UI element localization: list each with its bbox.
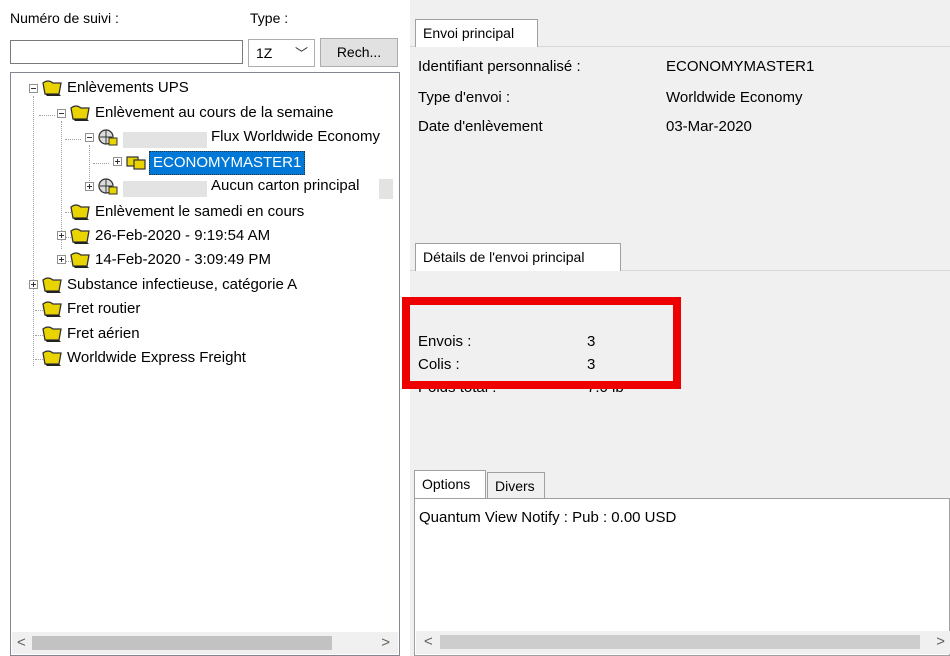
shipment-tree[interactable]: Enlèvements UPS Enlèvement au cours de l… — [10, 72, 400, 656]
search-button[interactable]: Rech... — [320, 38, 398, 67]
pickup-folder-icon — [70, 228, 90, 244]
tree-node[interactable]: Flux Worldwide Economy — [211, 126, 380, 148]
options-content: Quantum View Notify : Pub : 0.00 USD — [419, 509, 677, 526]
collapse-icon[interactable] — [57, 109, 66, 118]
scroll-left-icon[interactable]: < — [424, 633, 433, 650]
collapse-icon[interactable] — [29, 84, 38, 93]
tree-horizontal-scrollbar[interactable]: < > — [12, 632, 398, 654]
tab-options[interactable]: Options — [414, 470, 486, 498]
tree-node[interactable]: Enlèvements UPS — [67, 77, 189, 99]
redacted-text — [379, 179, 393, 199]
tab-shipment-details[interactable]: Détails de l'envoi principal — [415, 243, 621, 271]
pickup-folder-icon — [70, 204, 90, 220]
field-value: Worldwide Economy — [666, 89, 803, 106]
field-value: ECONOMYMASTER1 — [666, 58, 815, 75]
tree-node-selected[interactable]: ECONOMYMASTER1 — [149, 151, 306, 175]
expand-icon[interactable] — [29, 280, 38, 289]
package-icon — [126, 156, 146, 170]
collapse-icon[interactable] — [85, 133, 94, 142]
scroll-right-icon[interactable]: > — [936, 633, 945, 650]
type-select[interactable]: 1Z ﹀ — [248, 39, 315, 67]
tree-node[interactable]: 14-Feb-2020 - 3:09:49 PM — [95, 249, 271, 271]
tab-main-shipment[interactable]: Envoi principal — [415, 19, 538, 47]
redacted-text — [123, 132, 207, 148]
tree-node[interactable]: Enlèvement le samedi en cours — [95, 201, 304, 223]
options-panel: Quantum View Notify : Pub : 0.00 USD < > — [414, 498, 950, 656]
scroll-left-icon[interactable]: < — [17, 634, 26, 651]
field-label: Type d'envoi : — [418, 89, 511, 106]
main-shipment-panel — [410, 46, 950, 242]
field-label: Identifiant personnalisé : — [418, 58, 581, 75]
pickup-folder-icon — [42, 350, 62, 366]
globe-shipment-icon — [98, 129, 118, 146]
tree-node[interactable]: Enlèvement au cours de la semaine — [95, 102, 333, 124]
field-value: 03-Mar-2020 — [666, 118, 752, 135]
expand-icon[interactable] — [57, 231, 66, 240]
globe-shipment-icon — [98, 178, 118, 195]
pickup-folder-icon — [42, 80, 62, 96]
pickup-folder-icon — [42, 301, 62, 317]
redacted-text — [123, 181, 207, 197]
scroll-right-icon[interactable]: > — [381, 634, 390, 651]
tree-node[interactable]: Fret aérien — [67, 323, 140, 345]
tree-node[interactable]: Aucun carton principal — [211, 175, 359, 197]
expand-icon[interactable] — [85, 182, 94, 191]
expand-icon[interactable] — [113, 157, 122, 166]
field-label: Date d'enlèvement — [418, 118, 543, 135]
chevron-down-icon: ﹀ — [294, 46, 308, 61]
pickup-folder-icon — [70, 252, 90, 268]
options-horizontal-scrollbar[interactable]: < > — [416, 631, 950, 654]
scrollbar-thumb[interactable] — [32, 636, 332, 650]
highlight-box — [402, 297, 681, 389]
tree-node[interactable]: Fret routier — [67, 298, 140, 320]
expand-icon[interactable] — [57, 255, 66, 264]
tab-misc[interactable]: Divers — [487, 472, 545, 498]
pickup-folder-icon — [70, 105, 90, 121]
tree-node[interactable]: 26-Feb-2020 - 9:19:54 AM — [95, 225, 270, 247]
tracking-input[interactable] — [10, 40, 243, 64]
tree-node[interactable]: Worldwide Express Freight — [67, 347, 246, 369]
type-select-value: 1Z — [256, 45, 273, 61]
scrollbar-thumb[interactable] — [440, 635, 920, 649]
pickup-folder-icon — [42, 277, 62, 293]
tree-node[interactable]: Substance infectieuse, catégorie A — [67, 274, 297, 296]
type-label: Type : — [250, 10, 289, 26]
tracking-label: Numéro de suivi : — [10, 10, 119, 26]
pickup-folder-icon — [42, 326, 62, 342]
